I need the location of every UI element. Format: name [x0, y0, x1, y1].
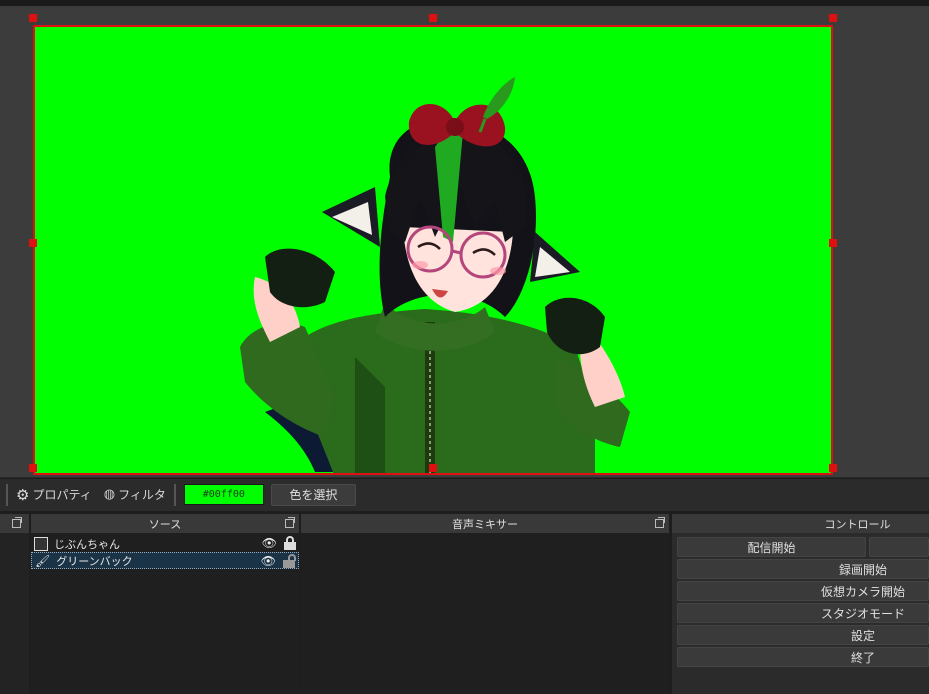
- mixer-body[interactable]: [301, 533, 669, 694]
- character-image: [240, 77, 630, 473]
- float-dock-icon[interactable]: [285, 517, 295, 528]
- resize-handle-mid-left[interactable]: [29, 239, 37, 247]
- exit-button[interactable]: 終了: [677, 647, 929, 667]
- studio-mode-button[interactable]: スタジオモード: [677, 603, 929, 623]
- filters-label: フィルタ: [118, 488, 166, 502]
- resize-handle-top-mid[interactable]: [429, 14, 437, 22]
- controls-body: 配信開始 録画開始 仮想カメラ開始 スタジオモード 設定 終了: [672, 533, 929, 694]
- sources-dock-title[interactable]: ソース: [31, 514, 299, 533]
- controls-dock: コントロール 配信開始 録画開始 仮想カメラ開始 スタジオモード 設定 終了: [672, 514, 929, 694]
- select-color-button[interactable]: 色を選択: [270, 483, 356, 506]
- resize-handle-bottom-mid[interactable]: [429, 464, 437, 472]
- lock-icon[interactable]: [284, 536, 296, 550]
- preview-canvas[interactable]: [33, 25, 833, 475]
- image-source-icon: [34, 536, 48, 551]
- resize-handle-bottom-left[interactable]: [29, 464, 37, 472]
- source-item-jibun-chan[interactable]: じぶんちゃん 👁: [31, 535, 299, 552]
- source-item-green-back[interactable]: 🖌 グリーンバック 👁: [31, 552, 299, 569]
- sources-title: ソース: [148, 517, 182, 531]
- resize-handle-bottom-right[interactable]: [829, 464, 837, 472]
- toolbar-separator: [6, 483, 8, 506]
- toolbar-separator: [173, 483, 176, 506]
- color-swatch: #00ff00: [183, 484, 264, 505]
- source-name: グリーンバック: [56, 554, 133, 568]
- sources-list[interactable]: じぶんちゃん 👁 🖌 グリーンバック 👁: [31, 533, 299, 694]
- source-name: じぶんちゃん: [54, 537, 120, 551]
- sources-dock: ソース じぶんちゃん 👁 🖌 グリーンバック 👁: [31, 514, 299, 694]
- eye-icon[interactable]: 👁: [261, 554, 276, 568]
- source-properties-bar: ⚙ プロパティ ◍ フィルタ #00ff00 色を選択: [0, 478, 929, 510]
- mixer-dock-title[interactable]: 音声ミキサー: [301, 514, 669, 533]
- settings-button[interactable]: 設定: [677, 625, 929, 645]
- scenes-dock-title[interactable]: [0, 514, 29, 533]
- preview-area[interactable]: [0, 7, 929, 477]
- brush-icon: 🖌: [35, 553, 51, 568]
- audio-mixer-dock: 音声ミキサー: [301, 514, 669, 694]
- start-virtual-camera-button[interactable]: 仮想カメラ開始: [677, 581, 929, 601]
- dock-area: ソース じぶんちゃん 👁 🖌 グリーンバック 👁 音声ミキサー コントロール 配…: [0, 511, 929, 694]
- resize-handle-top-left[interactable]: [29, 14, 37, 22]
- properties-label: プロパティ: [32, 488, 92, 502]
- scenes-dock-edge: [0, 514, 29, 694]
- filter-icon: ◍: [103, 487, 116, 502]
- float-dock-icon[interactable]: [655, 517, 665, 528]
- resize-handle-mid-right[interactable]: [829, 239, 837, 247]
- controls-dock-title[interactable]: コントロール: [672, 514, 929, 533]
- eye-icon[interactable]: 👁: [262, 536, 277, 550]
- float-dock-icon[interactable]: [12, 517, 22, 528]
- start-streaming-button[interactable]: 配信開始: [677, 537, 866, 557]
- start-recording-button[interactable]: 録画開始: [677, 559, 929, 579]
- resize-handle-top-right[interactable]: [829, 14, 837, 22]
- stream-options-button[interactable]: [869, 537, 929, 557]
- filters-button[interactable]: ◍ フィルタ: [98, 483, 172, 507]
- top-toolbar-edge: [0, 0, 929, 7]
- mixer-title: 音声ミキサー: [452, 517, 518, 531]
- unlock-icon[interactable]: [283, 554, 296, 568]
- properties-button[interactable]: ⚙ プロパティ: [10, 483, 98, 507]
- gear-icon: ⚙: [16, 485, 30, 504]
- scenes-list[interactable]: [0, 533, 29, 694]
- controls-title: コントロール: [824, 517, 891, 531]
